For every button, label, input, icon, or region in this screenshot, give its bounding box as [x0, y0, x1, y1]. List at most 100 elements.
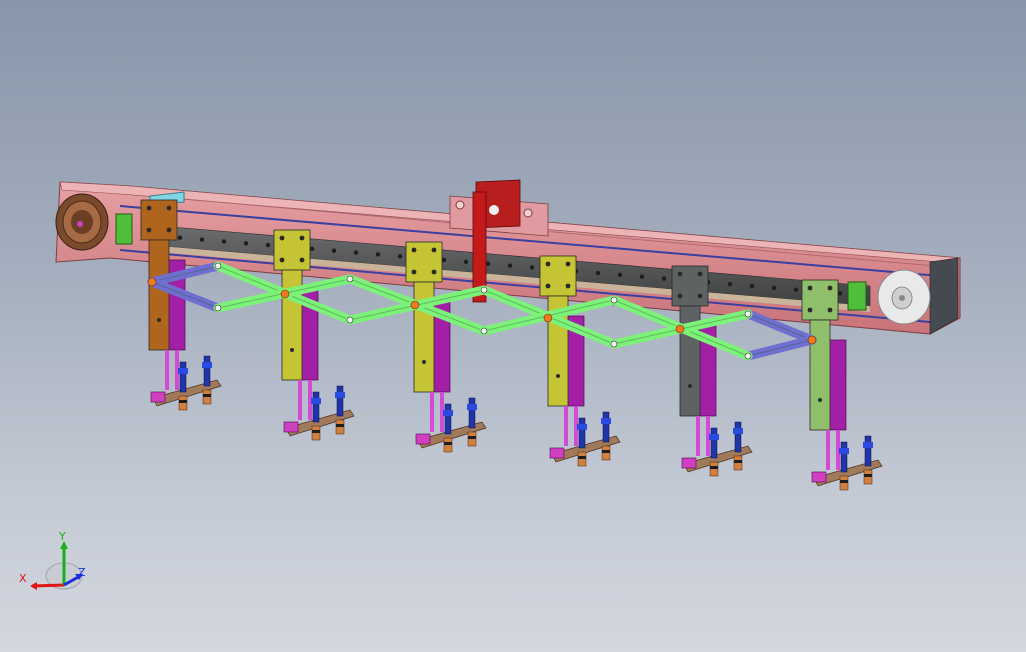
bolt: [279, 257, 285, 263]
bolt: [677, 271, 683, 277]
carriage-block[interactable]: [671, 265, 709, 307]
cup-band: [179, 400, 187, 403]
vacuum-fitting: [840, 441, 848, 473]
rail-hole: [771, 285, 777, 291]
left-drive-pulley[interactable]: [55, 193, 109, 251]
vacuum-fitting: [602, 411, 610, 443]
bolt: [290, 348, 294, 352]
piston-rod: [298, 380, 302, 420]
rail-hole: [463, 259, 469, 265]
graphics-viewport[interactable]: X Y Z: [0, 0, 1026, 652]
carriage-block[interactable]: [801, 279, 839, 321]
fitting-nut: [709, 434, 719, 440]
bolt: [166, 227, 172, 233]
pivot-pin: [543, 313, 553, 323]
cup-band: [864, 474, 872, 477]
vacuum-fitting: [312, 391, 320, 423]
rail-hole: [793, 287, 799, 292]
cup-band: [312, 430, 320, 433]
bolt: [807, 285, 813, 291]
carriage-block[interactable]: [140, 199, 178, 241]
fitting-nut: [311, 398, 321, 404]
vacuum-fitting: [468, 397, 476, 429]
fitting-nut: [601, 418, 611, 424]
cup-band: [710, 466, 718, 469]
bolt: [422, 360, 426, 364]
x-axis-head: [30, 582, 37, 590]
vacuum-fitting: [864, 435, 872, 467]
y-axis-label: Y: [58, 530, 66, 543]
bolt: [697, 271, 703, 277]
rail-hole: [375, 252, 381, 257]
bolt: [146, 205, 152, 211]
piston-rod: [696, 416, 700, 456]
rail-hole: [617, 272, 623, 278]
cup-band: [203, 394, 211, 397]
bolt: [431, 269, 437, 275]
rail-hole: [397, 254, 403, 259]
bolt: [299, 235, 305, 241]
cup-band: [578, 456, 586, 459]
cup-band: [602, 450, 610, 453]
rail-hole: [309, 246, 315, 252]
bolt: [166, 205, 172, 211]
vacuum-fitting: [203, 355, 211, 387]
vacuum-fitting: [578, 417, 586, 449]
rail-hole: [221, 239, 227, 244]
fitting-nut: [335, 392, 345, 398]
carriage-arm[interactable]: [148, 239, 170, 351]
link-joint: [346, 316, 354, 324]
carriage-block[interactable]: [273, 229, 311, 271]
fitting-nut: [577, 424, 587, 430]
rail-hole: [199, 237, 205, 242]
fitting-nut: [178, 368, 188, 374]
link-joint: [214, 262, 222, 270]
rail-hole: [243, 241, 249, 246]
pivot-pin: [410, 300, 420, 310]
carriage-block[interactable]: [539, 255, 577, 297]
mount-block: [681, 457, 697, 469]
pivot-pin: [147, 277, 157, 287]
rail-hole: [331, 248, 337, 253]
bolt: [157, 318, 161, 322]
view-orientation-triad[interactable]: X Y Z: [18, 530, 90, 596]
fitting-nut: [467, 404, 477, 410]
rail-hole: [507, 263, 513, 268]
vacuum-fitting: [710, 427, 718, 459]
cup-band: [336, 424, 344, 427]
bolt: [827, 307, 833, 313]
right-end-stop: [847, 281, 867, 311]
mount-block: [549, 447, 565, 459]
rail-hole: [353, 250, 359, 255]
link-joint: [480, 327, 488, 335]
rail-hole: [727, 281, 733, 287]
mount-block: [150, 391, 166, 403]
vacuum-fitting: [734, 421, 742, 453]
bolt: [565, 261, 571, 267]
assembly-model[interactable]: [0, 0, 1026, 652]
vacuum-fitting: [336, 385, 344, 417]
link-joint: [346, 275, 354, 283]
cup-band: [444, 442, 452, 445]
x-axis-label: X: [19, 572, 27, 585]
rail-hole: [441, 257, 447, 263]
bolt: [545, 283, 551, 289]
fitting-nut: [443, 410, 453, 416]
bolt: [807, 307, 813, 313]
carriage-block[interactable]: [405, 241, 443, 283]
bolt: [411, 269, 417, 275]
fitting-nut: [202, 362, 212, 368]
piston-rod: [826, 430, 830, 470]
cup-band: [468, 436, 476, 439]
rail-hole: [265, 242, 271, 248]
fitting-nut: [863, 442, 873, 448]
link-joint: [744, 310, 752, 318]
bolt: [556, 374, 560, 378]
vacuum-fitting: [179, 361, 187, 393]
rail-hole: [837, 291, 843, 296]
rail-hole: [639, 274, 645, 279]
bolt: [688, 384, 692, 388]
link-joint: [744, 352, 752, 360]
bolt: [146, 227, 152, 233]
piston-rod: [165, 350, 169, 390]
